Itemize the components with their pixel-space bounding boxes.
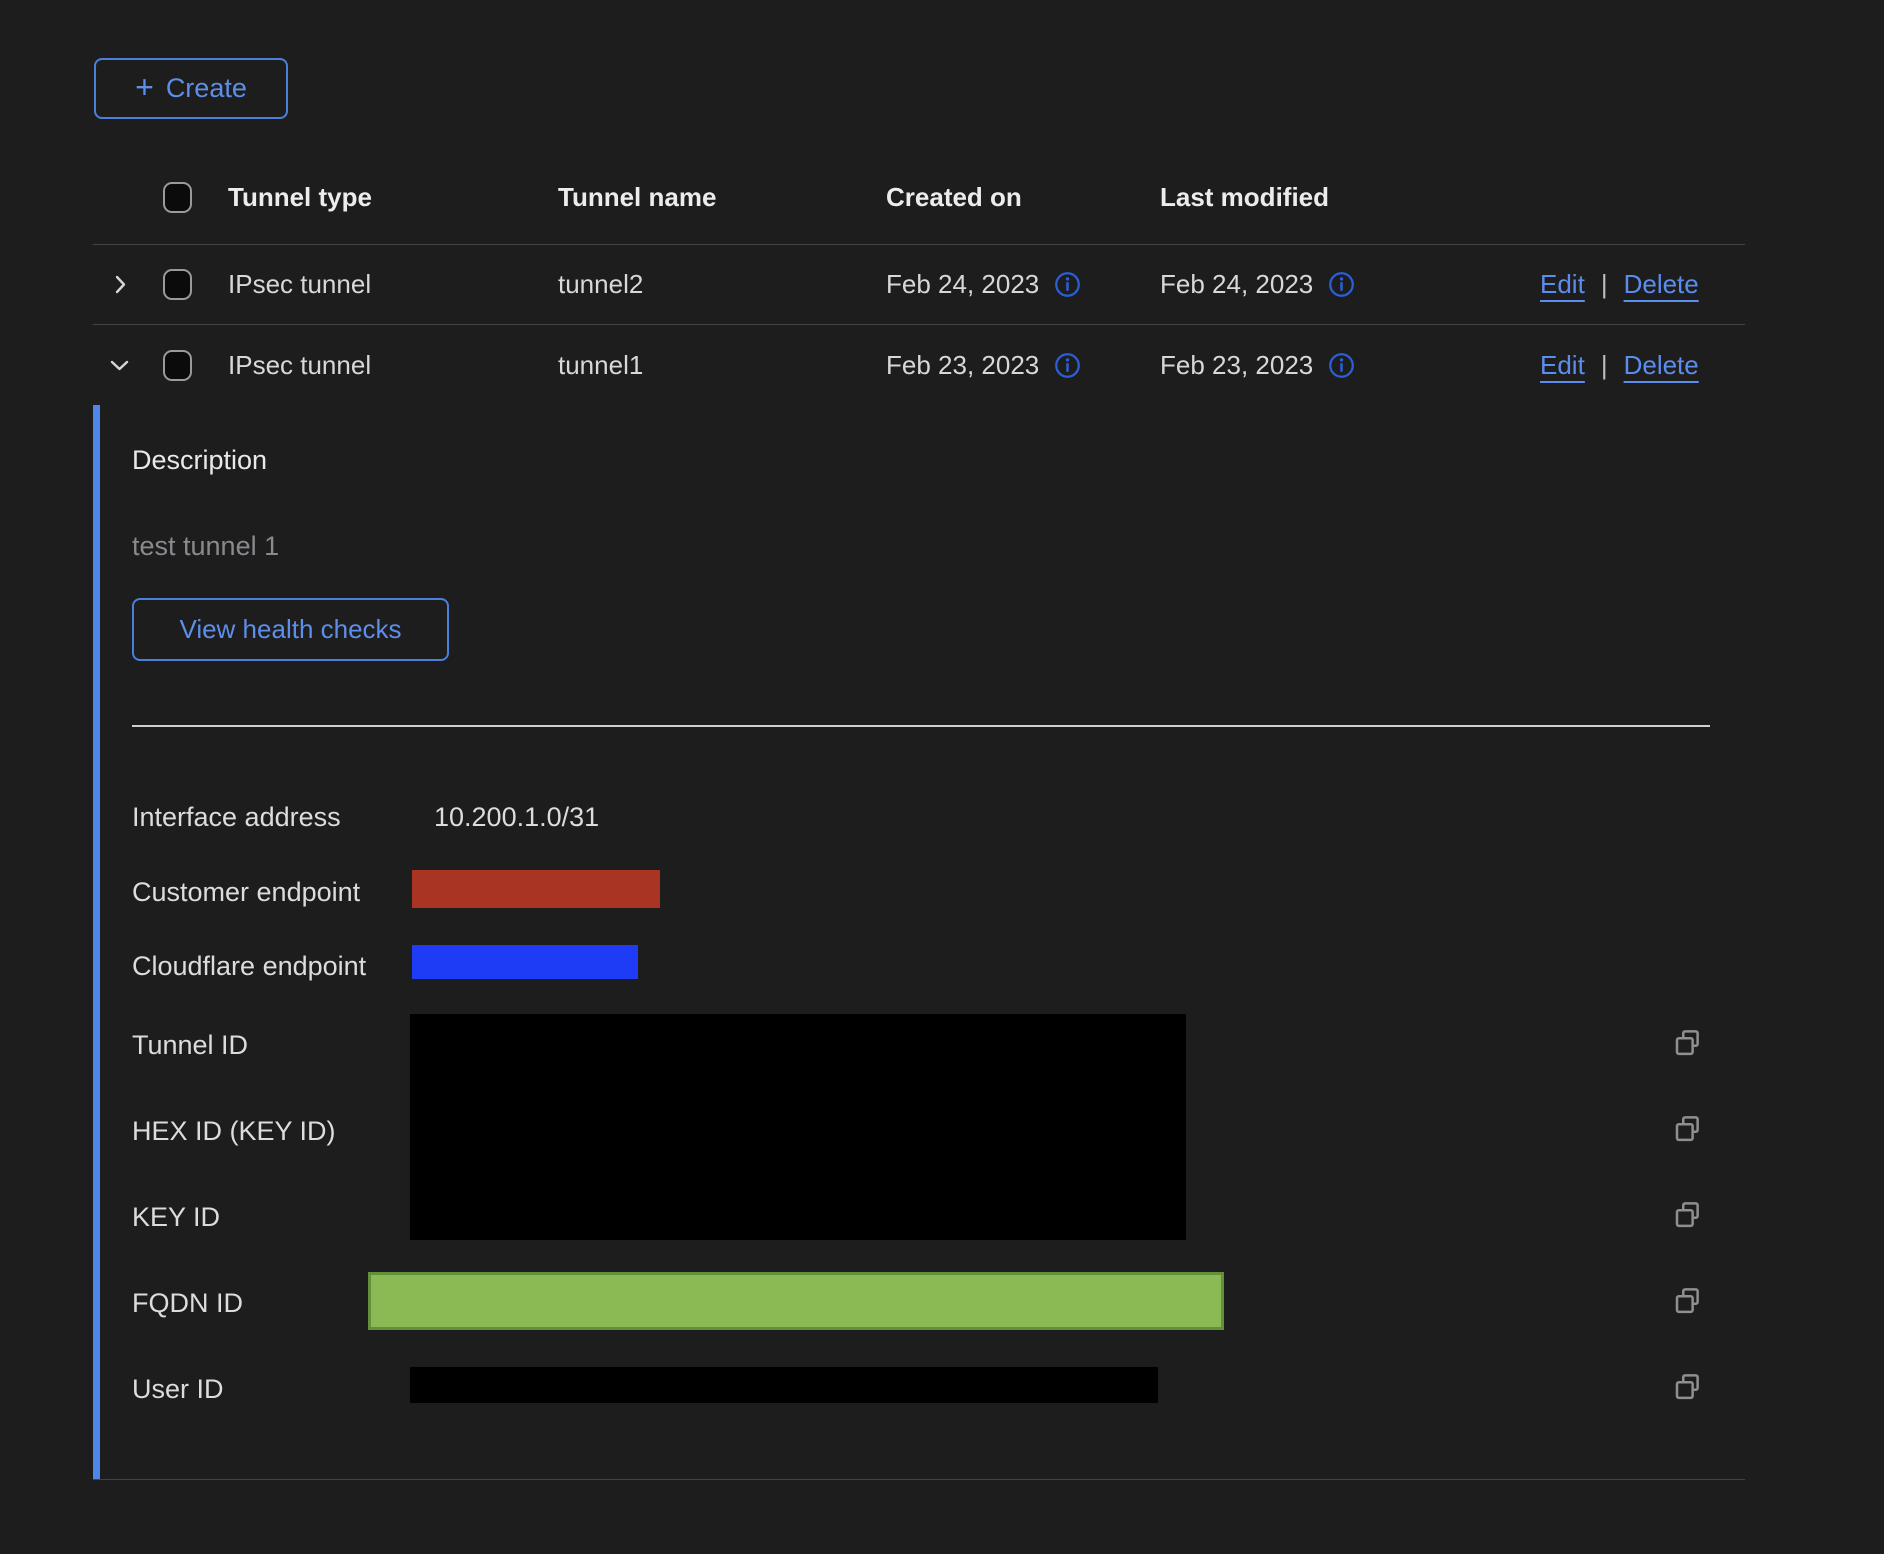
create-button[interactable]: + Create — [94, 58, 288, 119]
key-id-label: KEY ID — [132, 1200, 220, 1234]
customer-endpoint-redaction — [412, 870, 660, 908]
copy-icon — [1672, 1371, 1702, 1401]
interface-address-value: 10.200.1.0/31 — [434, 800, 599, 834]
section-divider — [132, 725, 1710, 727]
copy-user-id-button[interactable] — [1670, 1369, 1704, 1403]
copy-hex-id-button[interactable] — [1670, 1111, 1704, 1145]
copy-icon — [1672, 1113, 1702, 1143]
edit-link[interactable]: Edit — [1540, 269, 1585, 300]
actions-separator: | — [1601, 269, 1608, 300]
info-icon — [1328, 352, 1355, 379]
edit-link[interactable]: Edit — [1540, 350, 1585, 381]
created-info-button[interactable] — [1054, 271, 1081, 298]
view-health-checks-button[interactable]: View health checks — [132, 598, 449, 661]
cloudflare-endpoint-redaction — [412, 945, 638, 979]
accent-bar — [93, 405, 100, 1479]
interface-address-label: Interface address — [132, 800, 341, 834]
tunnels-page: + Create Tunnel type Tunnel name Created… — [0, 0, 1884, 1554]
header-last-modified: Last modified — [1160, 182, 1540, 213]
last-modified-cell: Feb 23, 2023 — [1160, 350, 1313, 381]
table-row: IPsec tunnel tunnel2 Feb 24, 2023 Feb 24… — [93, 245, 1745, 325]
modified-info-button[interactable] — [1328, 271, 1355, 298]
expand-row-button[interactable] — [103, 268, 136, 301]
info-icon — [1054, 271, 1081, 298]
copy-icon — [1672, 1027, 1702, 1057]
delete-link[interactable]: Delete — [1624, 350, 1699, 381]
row-checkbox[interactable] — [163, 269, 192, 300]
fqdn-id-redaction — [368, 1272, 1224, 1330]
description-title: Description — [132, 445, 267, 476]
table-row: IPsec tunnel tunnel1 Feb 23, 2023 Feb 23… — [93, 325, 1745, 405]
tunnel-type-cell: IPsec tunnel — [228, 269, 558, 300]
fqdn-id-label: FQDN ID — [132, 1286, 243, 1320]
row-checkbox[interactable] — [163, 350, 192, 381]
copy-key-id-button[interactable] — [1670, 1197, 1704, 1231]
created-on-cell: Feb 23, 2023 — [886, 350, 1039, 381]
cloudflare-endpoint-label: Cloudflare endpoint — [132, 949, 366, 983]
expanded-tunnel-details: Description test tunnel 1 View health ch… — [93, 405, 1745, 1480]
info-icon — [1054, 352, 1081, 379]
actions-separator: | — [1601, 350, 1608, 381]
customer-endpoint-label: Customer endpoint — [132, 875, 360, 909]
hex-id-label: HEX ID (KEY ID) — [132, 1114, 336, 1148]
user-id-label: User ID — [132, 1372, 224, 1406]
ids-redaction — [410, 1014, 1186, 1240]
tunnel-id-label: Tunnel ID — [132, 1028, 248, 1062]
header-tunnel-type: Tunnel type — [228, 182, 558, 213]
created-info-button[interactable] — [1054, 352, 1081, 379]
header-created-on: Created on — [886, 182, 1160, 213]
tunnel-type-cell: IPsec tunnel — [228, 350, 558, 381]
tunnel-name-cell: tunnel1 — [558, 350, 886, 381]
last-modified-cell: Feb 24, 2023 — [1160, 269, 1313, 300]
info-icon — [1328, 271, 1355, 298]
table-header: Tunnel type Tunnel name Created on Last … — [93, 150, 1745, 245]
user-id-redaction — [410, 1367, 1158, 1403]
created-on-cell: Feb 24, 2023 — [886, 269, 1039, 300]
select-all-checkbox[interactable] — [163, 182, 192, 213]
copy-icon — [1672, 1199, 1702, 1229]
tunnel-name-cell: tunnel2 — [558, 269, 886, 300]
description-text: test tunnel 1 — [132, 531, 279, 562]
collapse-row-button[interactable] — [103, 349, 136, 382]
modified-info-button[interactable] — [1328, 352, 1355, 379]
copy-tunnel-id-button[interactable] — [1670, 1025, 1704, 1059]
chevron-right-icon — [107, 272, 132, 297]
plus-icon: + — [135, 71, 154, 103]
create-button-label: Create — [166, 73, 247, 104]
header-tunnel-name: Tunnel name — [558, 182, 886, 213]
chevron-down-icon — [107, 353, 132, 378]
delete-link[interactable]: Delete — [1624, 269, 1699, 300]
copy-fqdn-id-button[interactable] — [1670, 1283, 1704, 1317]
copy-icon — [1672, 1285, 1702, 1315]
